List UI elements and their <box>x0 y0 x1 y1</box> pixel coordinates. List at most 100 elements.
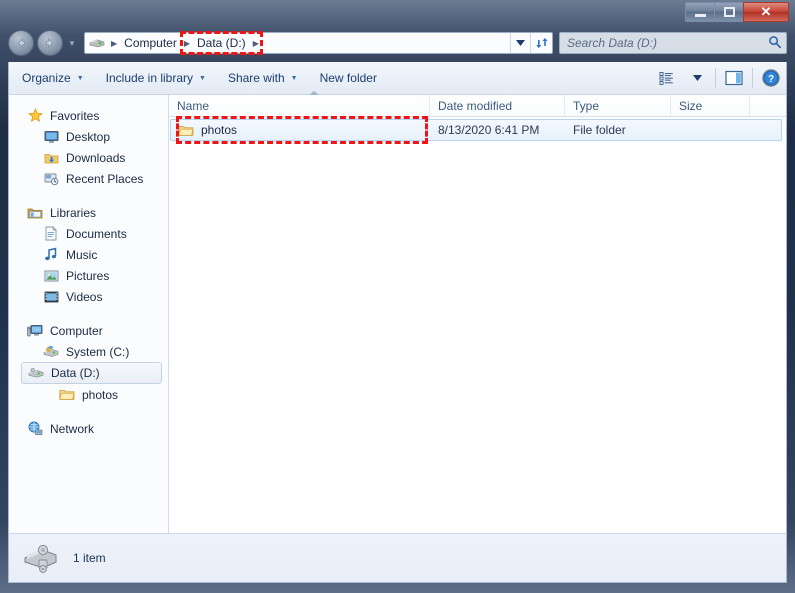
file-name-label: photos <box>201 123 238 137</box>
libraries-icon <box>27 205 43 221</box>
sidebar-group-libraries[interactable]: Libraries <box>9 202 168 223</box>
status-item-count: 1 item <box>73 551 106 565</box>
preview-pane-button[interactable] <box>719 66 749 90</box>
folder-icon <box>178 122 194 138</box>
sidebar-group-computer-label: Computer <box>50 323 103 338</box>
sidebar-item-pictures-label: Pictures <box>66 268 110 283</box>
help-button[interactable]: ? <box>756 66 786 90</box>
breadcrumb-separator[interactable]: ▶ <box>250 39 262 48</box>
folder-icon <box>59 387 75 403</box>
sidebar-group-favorites[interactable]: Favorites <box>9 105 168 126</box>
sidebar-item-data-d[interactable]: Data (D:) <box>21 362 162 384</box>
file-list-pane[interactable]: Name Date modified Type Size photos 8/13… <box>169 91 786 533</box>
sidebar-item-music[interactable]: Music <box>9 244 168 265</box>
search-input[interactable]: Search Data (D:) <box>567 36 768 50</box>
title-bar: ✕ <box>0 0 795 26</box>
view-dropdown-button[interactable] <box>682 66 712 90</box>
column-header-type[interactable]: Type <box>565 95 671 116</box>
column-header-date-label: Date modified <box>438 98 513 113</box>
column-header-name[interactable]: Name <box>169 95 430 116</box>
pictures-icon <box>43 268 59 284</box>
preview-pane-icon <box>724 70 743 86</box>
share-with-button[interactable]: Share with ▼ <box>219 67 307 89</box>
close-button[interactable]: ✕ <box>743 2 789 22</box>
sidebar-item-desktop-label: Desktop <box>66 129 111 144</box>
breadcrumb-item-computer[interactable]: Computer <box>120 34 181 53</box>
search-icon <box>768 35 782 52</box>
refresh-icon <box>535 38 548 48</box>
include-in-library-button[interactable]: Include in library ▼ <box>97 67 215 89</box>
new-folder-button[interactable]: New folder <box>311 67 386 89</box>
column-header-size-label: Size <box>679 98 703 113</box>
change-view-button[interactable] <box>652 66 682 90</box>
sidebar-item-data-d-label: Data (D:) <box>51 366 100 380</box>
status-bar: 1 item <box>8 533 787 583</box>
column-header-type-label: Type <box>573 98 600 113</box>
downloads-icon <box>43 150 59 166</box>
breadcrumb-item-data-drive[interactable]: Data (D:) <box>193 34 250 53</box>
navigation-pane[interactable]: Favorites Desktop Downloads Recent Place… <box>9 95 169 533</box>
sidebar-item-recent-places[interactable]: Recent Places <box>9 168 168 189</box>
forward-button[interactable] <box>37 30 63 56</box>
sidebar-item-desktop[interactable]: Desktop <box>9 126 168 147</box>
address-dropdown-button[interactable] <box>510 33 530 53</box>
new-folder-label: New folder <box>319 71 377 85</box>
breadcrumb: ▶ Computer ▶ Data (D:) ▶ <box>85 33 510 53</box>
sidebar-item-documents-label: Documents <box>66 226 127 241</box>
breadcrumb-separator[interactable]: ▶ <box>181 39 193 48</box>
help-icon: ? <box>762 69 780 87</box>
column-header-size[interactable]: Size <box>671 95 750 116</box>
sidebar-group-computer[interactable]: Computer <box>9 320 168 341</box>
maximize-icon <box>723 7 735 17</box>
sidebar-group-network[interactable]: Network <box>9 418 168 439</box>
network-icon <box>27 421 43 437</box>
data-drive-icon <box>28 365 44 381</box>
chevron-down-icon: ▼ <box>290 74 298 82</box>
sidebar-group-network-label: Network <box>50 421 95 436</box>
address-bar[interactable]: ▶ Computer ▶ Data (D:) ▶ <box>84 32 553 54</box>
sidebar-item-music-label: Music <box>66 247 98 262</box>
system-drive-icon <box>43 344 59 360</box>
sidebar-item-pictures[interactable]: Pictures <box>9 265 168 286</box>
chevron-down-icon <box>692 75 702 81</box>
column-header-date-modified[interactable]: Date modified <box>430 95 565 116</box>
sidebar-item-videos[interactable]: Videos <box>9 286 168 307</box>
music-icon <box>43 247 59 263</box>
refresh-button[interactable] <box>530 33 552 53</box>
share-with-label: Share with <box>227 71 285 85</box>
include-in-library-label: Include in library <box>105 71 194 85</box>
organize-button[interactable]: Organize ▼ <box>13 67 93 89</box>
column-headers: Name Date modified Type Size <box>169 91 786 117</box>
chevron-down-icon <box>516 40 525 46</box>
videos-icon <box>43 289 59 305</box>
back-button[interactable] <box>8 30 34 56</box>
sidebar-item-downloads[interactable]: Downloads <box>9 147 168 168</box>
recent-pages-dropdown[interactable]: ▼ <box>65 39 79 48</box>
sidebar-item-system-c-label: System (C:) <box>66 344 130 359</box>
computer-icon <box>27 323 43 339</box>
star-icon <box>27 108 43 124</box>
minimize-button[interactable] <box>685 2 715 22</box>
cell-type: File folder <box>573 123 626 137</box>
sidebar-item-recent-places-label: Recent Places <box>66 171 144 186</box>
documents-icon <box>43 226 59 242</box>
explorer-body: Favorites Desktop Downloads Recent Place… <box>8 91 787 533</box>
back-arrow-icon <box>18 38 25 48</box>
toolbar-right-group: ? <box>652 66 786 90</box>
sidebar-group-libraries-label: Libraries <box>50 205 97 220</box>
sidebar-item-photos[interactable]: photos <box>9 384 168 405</box>
column-header-name-label: Name <box>177 98 210 113</box>
sidebar-item-system-c[interactable]: System (C:) <box>9 341 168 362</box>
table-row[interactable]: photos 8/13/2020 6:41 PM File folder <box>170 119 782 141</box>
command-toolbar: Organize ▼ Include in library ▼ Share wi… <box>8 62 787 95</box>
sidebar-item-documents[interactable]: Documents <box>9 223 168 244</box>
drive-icon <box>23 540 59 576</box>
search-box[interactable]: Search Data (D:) <box>559 32 787 54</box>
toolbar-divider <box>752 68 753 88</box>
chevron-down-icon: ▼ <box>199 74 206 82</box>
maximize-button[interactable] <box>714 2 744 22</box>
close-icon: ✕ <box>760 4 772 19</box>
